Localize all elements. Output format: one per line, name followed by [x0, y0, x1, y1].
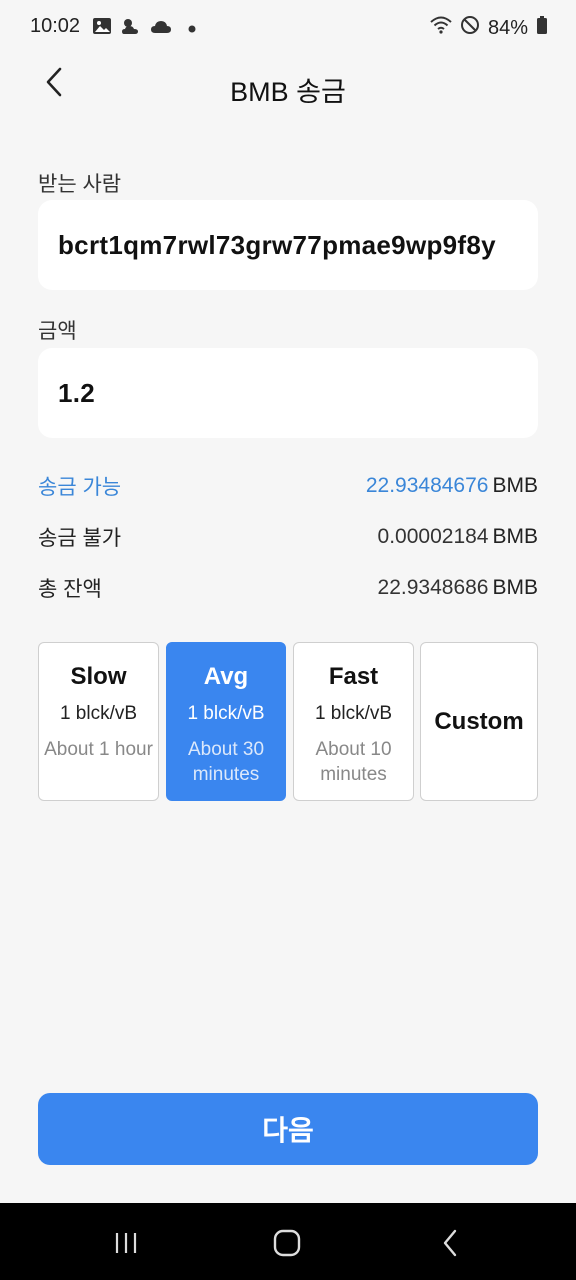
- dot-icon: [188, 20, 196, 38]
- navigation-bar: [0, 1203, 576, 1280]
- fee-option-name: Custom: [434, 707, 524, 735]
- fee-option-time: About 30 minutes: [187, 739, 265, 785]
- system-back-button[interactable]: [430, 1225, 470, 1265]
- fee-option-rate: 1 blck/vB: [187, 703, 265, 724]
- recipient-field[interactable]: bcrt1qm7rwl73grw77pmae9wp9f8y: [38, 200, 538, 290]
- fee-option-slow[interactable]: Slow 1 blck/vB About 1 hour: [38, 642, 159, 801]
- cloud-icon: [150, 18, 172, 39]
- status-icons-right: 84%: [430, 15, 548, 41]
- fee-option-time: About 10 minutes: [315, 739, 392, 785]
- recent-apps-icon: [113, 1231, 139, 1260]
- total-label: 총 잔액: [38, 578, 102, 601]
- recipient-label: 받는 사람: [38, 173, 122, 196]
- unsendable-amount-group: 0.00002184 BMB: [378, 525, 538, 549]
- home-button[interactable]: [267, 1225, 307, 1265]
- sendable-unit: BMB: [492, 474, 538, 497]
- recipient-value: bcrt1qm7rwl73grw77pmae9wp9f8y: [58, 229, 496, 260]
- status-icons-left: [92, 16, 196, 41]
- sendable-row: 송금 가능 22.93484676 BMB: [38, 470, 538, 502]
- battery-icon: [536, 15, 548, 41]
- home-icon: [273, 1229, 301, 1262]
- fee-option-custom[interactable]: Custom: [420, 642, 538, 801]
- unsendable-row: 송금 불가 0.00002184 BMB: [38, 521, 538, 553]
- total-amount-group: 22.9348686 BMB: [378, 576, 538, 600]
- recent-apps-button[interactable]: [106, 1225, 146, 1265]
- weather-icon: [120, 16, 142, 41]
- fee-option-time: About 1 hour: [44, 739, 153, 760]
- wifi-icon: [430, 16, 452, 40]
- fee-option-name: Fast: [328, 663, 379, 690]
- do-not-disturb-icon: [460, 15, 480, 41]
- fee-option-rate: 1 blck/vB: [59, 703, 138, 724]
- total-amount: 22.9348686: [377, 576, 489, 599]
- status-time: 10:02: [30, 15, 81, 37]
- fee-option-rate: 1 blck/vB: [314, 703, 393, 724]
- back-arrow-icon: [441, 1229, 459, 1262]
- image-icon: [92, 16, 112, 41]
- unsendable-amount: 0.00002184: [377, 525, 489, 548]
- sendable-label: 송금 가능: [38, 476, 122, 499]
- unsendable-label: 송금 불가: [38, 527, 122, 550]
- sendable-amount: 22.93484676: [365, 474, 489, 497]
- status-bar: 10:02 84%: [0, 0, 576, 56]
- battery-percent: 84%: [487, 16, 528, 39]
- amount-value: 1.2: [58, 377, 96, 408]
- next-button[interactable]: 다음: [38, 1093, 538, 1165]
- page-title: BMB 송금: [230, 77, 346, 107]
- sendable-amount-group: 22.93484676 BMB: [366, 474, 538, 498]
- amount-label: 금액: [38, 320, 77, 343]
- fee-option-name: Slow: [70, 663, 127, 690]
- total-row: 총 잔액 22.9348686 BMB: [38, 572, 538, 604]
- total-unit: BMB: [492, 576, 538, 599]
- fee-option-avg[interactable]: Avg 1 blck/vB About 30 minutes: [166, 642, 286, 801]
- unsendable-unit: BMB: [492, 525, 538, 548]
- fee-option-name: Avg: [203, 663, 249, 690]
- fee-option-fast[interactable]: Fast 1 blck/vB About 10 minutes: [293, 642, 414, 801]
- amount-field[interactable]: 1.2: [38, 348, 538, 438]
